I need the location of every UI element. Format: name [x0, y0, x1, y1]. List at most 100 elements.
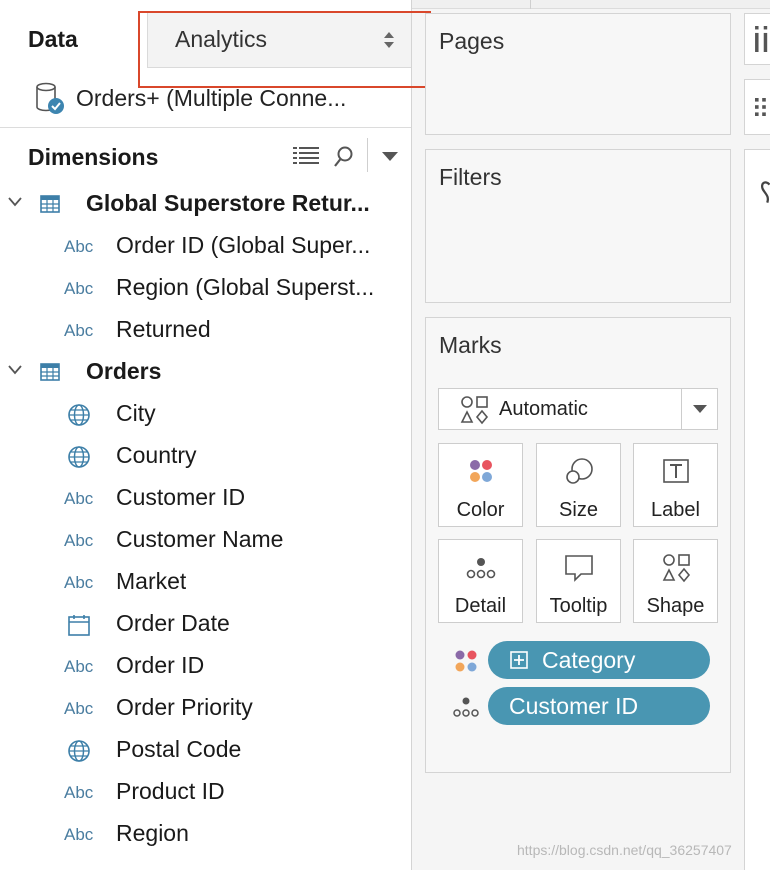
datasource-icon: [36, 82, 64, 114]
dropdown-divider: [681, 389, 682, 429]
shape-icon: [662, 554, 690, 583]
field-name: City: [116, 400, 156, 426]
string-type-icon: Abc: [64, 699, 94, 718]
field-item[interactable]: Abc Region: [0, 813, 411, 855]
caret-down-icon[interactable]: [382, 152, 398, 162]
detail-icon: [466, 558, 495, 579]
chevron-down-icon[interactable]: [8, 197, 22, 207]
string-type-icon: Abc: [64, 237, 94, 256]
list-view-icon[interactable]: [293, 146, 319, 166]
shape-button[interactable]: Shape: [633, 539, 718, 623]
field-item[interactable]: Order Date: [0, 603, 411, 645]
table-icon: [40, 195, 60, 213]
tooltip-label: Tooltip: [549, 595, 608, 617]
tab-data[interactable]: Data: [28, 26, 78, 53]
field-name: Product ID: [116, 778, 225, 804]
customer-id-pill[interactable]: Customer ID: [488, 687, 710, 725]
globe-icon: [68, 740, 90, 762]
customer-id-pill-label: Customer ID: [509, 693, 639, 719]
detail-button[interactable]: Detail: [438, 539, 523, 623]
watermark: https://blog.csdn.net/qq_36257407: [517, 842, 732, 858]
field-item[interactable]: Abc Region (Global Superst...: [0, 267, 411, 309]
field-item[interactable]: Abc Order ID: [0, 645, 411, 687]
header-divider: [367, 138, 368, 172]
detail-label: Detail: [454, 595, 507, 617]
strip-divider: [530, 0, 531, 9]
field-name: Order Priority: [116, 694, 253, 720]
globe-icon: [68, 446, 90, 468]
field-item[interactable]: Country: [0, 435, 411, 477]
filters-shelf[interactable]: Filters: [425, 149, 731, 303]
field-item[interactable]: Postal Code: [0, 729, 411, 771]
field-item[interactable]: Abc Customer Name: [0, 519, 411, 561]
expand-plus-icon[interactable]: [510, 651, 528, 669]
field-item[interactable]: City: [0, 393, 411, 435]
label-label: Label: [651, 499, 700, 521]
columns-icon: [755, 26, 768, 52]
category-pill-label: Category: [542, 647, 636, 673]
filters-title: Filters: [439, 164, 502, 190]
chevron-down-icon[interactable]: [8, 365, 22, 375]
rows-shelf-edge[interactable]: [744, 79, 770, 135]
color-icon: [455, 650, 477, 672]
table-group-label: Global Superstore Retur...: [86, 190, 370, 216]
caret-down-icon: [693, 405, 707, 413]
field-name: Order Date: [116, 610, 230, 636]
mark-type-label: Automatic: [499, 398, 588, 420]
table-group-row[interactable]: Orders: [0, 351, 411, 393]
string-type-icon: Abc: [64, 657, 94, 676]
mark-type-dropdown[interactable]: Automatic: [438, 388, 718, 430]
table-group-row[interactable]: Global Superstore Retur...: [0, 183, 411, 225]
sheet-title-fragment-icon: [761, 181, 770, 204]
dimensions-title: Dimensions: [28, 144, 159, 170]
customer-id-mark-row: Customer ID: [446, 687, 716, 727]
string-type-icon: Abc: [64, 279, 94, 298]
label-button[interactable]: Label: [633, 443, 718, 527]
field-item[interactable]: Abc Customer ID: [0, 477, 411, 519]
size-icon: [565, 458, 593, 484]
field-list: Global Superstore Retur... Abc Order ID (G…: [0, 183, 411, 855]
table-group-label: Orders: [86, 358, 162, 384]
pages-shelf[interactable]: Pages: [425, 13, 731, 135]
category-pill[interactable]: Category: [488, 641, 710, 679]
string-type-icon: Abc: [64, 783, 94, 802]
category-mark-row: Category: [446, 641, 716, 681]
field-item[interactable]: Abc Market: [0, 561, 411, 603]
field-item[interactable]: Abc Returned: [0, 309, 411, 351]
datasource-name: Orders+ (Multiple Conne...: [76, 85, 347, 111]
tab-analytics-label: Analytics: [175, 26, 268, 52]
datasource-row[interactable]: Orders+ (Multiple Conne...: [0, 70, 411, 128]
data-pane: Data Analytics Orders+ (Multiple Conne..…: [0, 0, 412, 870]
field-item[interactable]: Abc Order Priority: [0, 687, 411, 729]
field-name: Order ID: [116, 652, 205, 678]
shape-label: Shape: [646, 595, 705, 617]
tooltip-button[interactable]: Tooltip: [536, 539, 621, 623]
marks-card: Marks Automatic Color Size Label Detail …: [425, 317, 731, 773]
search-icon[interactable]: [334, 146, 354, 168]
field-name: Region: [116, 820, 189, 846]
view-canvas-edge[interactable]: [744, 149, 770, 870]
field-name: Customer Name: [116, 526, 284, 552]
tooltip-icon: [564, 555, 593, 582]
field-name: Postal Code: [116, 736, 242, 762]
string-type-icon: Abc: [64, 825, 94, 844]
marks-title: Marks: [439, 332, 502, 358]
columns-shelf-edge[interactable]: [744, 13, 770, 65]
color-icon: [469, 460, 492, 482]
field-item[interactable]: Abc Product ID: [0, 771, 411, 813]
up-down-arrows-icon: [384, 32, 394, 48]
dimensions-header: Dimensions: [0, 138, 411, 178]
string-type-icon: Abc: [64, 531, 94, 550]
color-button[interactable]: Color: [438, 443, 523, 527]
string-type-icon: Abc: [64, 573, 94, 592]
automatic-marks-icon: [460, 396, 489, 425]
size-button[interactable]: Size: [536, 443, 621, 527]
field-name: Region (Global Superst...: [116, 274, 375, 300]
color-label: Color: [456, 499, 505, 521]
globe-icon: [68, 404, 90, 426]
field-name: Country: [116, 442, 197, 468]
field-item[interactable]: Abc Order ID (Global Super...: [0, 225, 411, 267]
string-type-icon: Abc: [64, 321, 94, 340]
tab-analytics[interactable]: Analytics: [147, 12, 411, 68]
field-name: Order ID (Global Super...: [116, 232, 371, 258]
